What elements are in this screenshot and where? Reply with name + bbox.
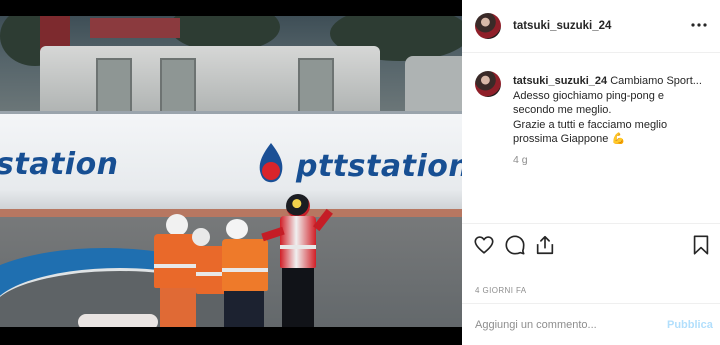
photo-ad-text-right: pttstation xyxy=(296,149,462,184)
photo-rider-arm xyxy=(313,208,333,232)
caption-line: secondo me meglio. xyxy=(513,104,612,116)
caption-time-ago[interactable]: 4 g xyxy=(513,154,528,166)
caption-first-text: Cambiamo Sport... xyxy=(610,75,702,87)
photo-scene: station pttstation xyxy=(0,16,462,327)
photo-truck-door xyxy=(298,58,334,114)
caption-line: Grazie a tutti e facciamo meglio xyxy=(513,118,668,131)
comment-bubble-icon[interactable] xyxy=(504,234,526,256)
photo-motorbike xyxy=(78,314,158,327)
photo-truck-door xyxy=(96,58,132,114)
author-avatar[interactable] xyxy=(475,13,501,39)
post-side-panel: tatsuki_suzuki_24 tatsuki_suzuki_24 Camb… xyxy=(462,0,720,345)
caption-line: Adesso giochiamo ping-pong e xyxy=(513,89,665,102)
publish-button[interactable]: Pubblica xyxy=(667,319,713,331)
photo-truck xyxy=(40,46,380,116)
photo-marshal-legs xyxy=(224,291,264,327)
photo-rider-leathers xyxy=(280,216,316,268)
caption-text: tatsuki_suzuki_24 Cambiamo Sport... Ades… xyxy=(513,74,713,147)
caption-username[interactable]: tatsuki_suzuki_24 xyxy=(513,75,607,87)
photo-rider-legs xyxy=(282,268,314,327)
caption-line: prossima Giappone 💪 xyxy=(513,133,626,145)
photo-ad-text-left: station xyxy=(0,147,119,182)
post-date[interactable]: 4 GIORNI FA xyxy=(475,286,527,295)
add-comment-input[interactable] xyxy=(475,314,655,336)
photo-letterbox-top xyxy=(0,0,462,16)
caption-author-avatar[interactable] xyxy=(475,71,501,97)
ptt-logo-icon xyxy=(259,143,283,183)
caption-first-line: tatsuki_suzuki_24 Cambiamo Sport... xyxy=(513,74,713,89)
post-header: tatsuki_suzuki_24 xyxy=(462,0,720,53)
photo-rider xyxy=(261,194,336,327)
photo-kerb xyxy=(0,209,462,217)
photo-marshal-helmet xyxy=(192,228,210,246)
heart-icon[interactable] xyxy=(473,234,495,256)
photo-stands xyxy=(90,18,180,38)
photo-wall-edge xyxy=(0,111,462,114)
photo-letterbox-bottom xyxy=(0,327,462,345)
add-comment-section: Pubblica xyxy=(462,303,720,345)
photo-rider-helmet xyxy=(286,194,310,218)
photo-truck-door xyxy=(160,58,196,114)
bookmark-icon[interactable] xyxy=(690,234,712,256)
post-actions-bar xyxy=(462,225,720,267)
photo-marshal-helmet xyxy=(226,219,248,239)
more-options-icon[interactable] xyxy=(690,17,708,33)
share-icon[interactable] xyxy=(534,234,556,256)
author-username[interactable]: tatsuki_suzuki_24 xyxy=(513,20,611,32)
photo-ad-wall: station pttstation xyxy=(0,111,462,209)
photo-marshal-helmet xyxy=(166,214,188,236)
post-caption: tatsuki_suzuki_24 Cambiamo Sport... Ades… xyxy=(462,54,720,224)
photo-truck xyxy=(405,56,462,116)
post-photo[interactable]: station pttstation xyxy=(0,0,462,345)
